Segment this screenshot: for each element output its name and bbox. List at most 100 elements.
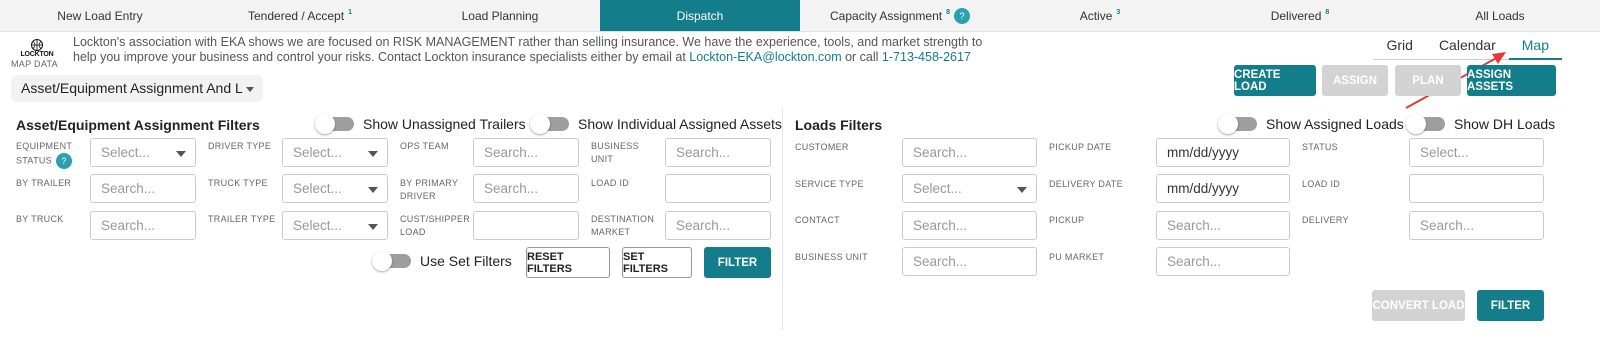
status-label: STATUS	[1302, 142, 1338, 152]
customer-input[interactable]: Search...	[902, 138, 1037, 167]
pickup-date-input[interactable]: mm/dd/yyyy	[1156, 138, 1290, 167]
label-line: UNIT	[591, 154, 614, 164]
contact-label: CONTACT	[795, 215, 840, 225]
tab-dispatch[interactable]: Dispatch	[600, 0, 800, 31]
toggle-use-set-filters[interactable]: Use Set Filters	[372, 251, 512, 271]
convert-load-button[interactable]: CONVERT LOAD	[1372, 290, 1465, 321]
toggle-unassigned-trailers[interactable]: Show Unassigned Trailers	[315, 114, 526, 134]
plan-button[interactable]: PLAN	[1395, 65, 1461, 96]
cust-shipper-load-input[interactable]	[473, 211, 579, 240]
toggle-assigned-loads[interactable]: Show Assigned Loads	[1218, 114, 1404, 134]
tab-active[interactable]: Active 3	[1000, 0, 1200, 31]
view-select[interactable]: Asset/Equipment Assignment And L	[11, 75, 263, 102]
toggle-label: Show Assigned Loads	[1266, 116, 1404, 132]
by-truck-input[interactable]: Search...	[90, 211, 196, 240]
tab-label: Capacity Assignment	[830, 8, 943, 23]
chevron-down-icon	[368, 187, 378, 193]
chevron-down-icon	[368, 151, 378, 157]
asset-filter-button[interactable]: FILTER	[704, 247, 771, 278]
logo-text: LOCKTON	[20, 51, 54, 58]
view-tab-map[interactable]: Map	[1508, 37, 1562, 60]
load-id-input[interactable]	[665, 174, 771, 203]
lockton-logo-icon	[31, 39, 43, 51]
toggle-switch[interactable]	[530, 114, 569, 134]
map-data-label: MAP DATA	[11, 59, 58, 69]
tab-load-planning[interactable]: Load Planning	[400, 0, 600, 31]
delivery-date-input[interactable]: mm/dd/yyyy	[1156, 174, 1290, 203]
toggle-switch[interactable]	[315, 114, 354, 134]
select-placeholder: Select...	[913, 181, 962, 196]
destination-market-input[interactable]: Search...	[665, 211, 771, 240]
tab-label: Delivered	[1270, 8, 1322, 23]
assign-button[interactable]: ASSIGN	[1322, 65, 1388, 96]
help-icon[interactable]: ?	[953, 7, 970, 24]
label-line: LOAD	[400, 227, 426, 237]
tab-new-load-entry[interactable]: New Load Entry	[0, 0, 200, 31]
contact-input[interactable]: Search...	[902, 211, 1037, 240]
business-unit-input[interactable]: Search...	[665, 138, 771, 167]
set-filters-button[interactable]: SET FILTERS	[622, 247, 692, 278]
toggle-switch[interactable]	[372, 251, 411, 271]
loads-business-unit-input[interactable]: Search...	[902, 247, 1037, 276]
loads-business-unit-label: BUSINESS UNIT	[795, 252, 868, 262]
truck-type-select[interactable]: Select...	[282, 174, 388, 203]
label-line: STATUS	[16, 155, 52, 166]
by-primary-driver-input[interactable]: Search...	[473, 174, 579, 203]
tab-count: 1	[348, 9, 352, 16]
toggle-individual-assets[interactable]: Show Individual Assigned Assets	[530, 114, 782, 134]
load-id-label: LOAD ID	[591, 178, 630, 188]
banner-phone-link[interactable]: 1-713-458-2617	[882, 50, 971, 64]
section-divider	[782, 108, 783, 330]
service-type-select[interactable]: Select...	[902, 174, 1037, 203]
status-select[interactable]: Select...	[1409, 138, 1544, 167]
trailer-type-label: TRAILER TYPE	[208, 214, 276, 224]
loads-filter-button[interactable]: FILTER	[1477, 290, 1544, 321]
toggle-label: Use Set Filters	[420, 253, 512, 269]
service-type-label: SERVICE TYPE	[795, 179, 864, 189]
tab-label: Active	[1079, 8, 1113, 23]
tab-delivered[interactable]: Delivered 8	[1200, 0, 1400, 31]
pickup-date-label: PICKUP DATE	[1049, 142, 1112, 152]
cust-shipper-load-label: CUST/SHIPPER LOAD	[400, 213, 470, 239]
banner-email-link[interactable]: Lockton-EKA@lockton.com	[689, 50, 841, 64]
chevron-down-icon	[1017, 187, 1027, 193]
label-line: MARKET	[591, 227, 631, 237]
insurance-banner: Lockton's association with EKA shows we …	[73, 35, 993, 65]
pickup-input[interactable]: Search...	[1156, 211, 1290, 240]
tab-all-loads[interactable]: All Loads	[1400, 0, 1600, 31]
tab-count: 8	[1325, 9, 1330, 16]
trailer-type-select[interactable]: Select...	[282, 211, 388, 240]
toggle-switch[interactable]	[1406, 114, 1445, 134]
tab-label: Dispatch	[676, 8, 724, 23]
help-icon[interactable]: ?	[55, 153, 72, 169]
delivery-date-label: DELIVERY DATE	[1049, 179, 1123, 189]
pickup-label: PICKUP	[1049, 215, 1085, 225]
toggle-label: Show DH Loads	[1454, 116, 1556, 132]
reset-filters-button[interactable]: RESET FILTERS	[526, 247, 610, 278]
business-unit-label: BUSINESS UNIT	[591, 140, 639, 166]
create-load-button[interactable]: CREATE LOAD	[1234, 65, 1316, 96]
label-line: CUST/SHIPPER	[400, 214, 471, 224]
view-select-value: Asset/Equipment Assignment And L	[21, 80, 243, 96]
tab-tendered-accept[interactable]: Tendered / Accept 1	[200, 0, 400, 31]
loads-load-id-label: LOAD ID	[1302, 179, 1341, 189]
delivery-input[interactable]: Search...	[1409, 211, 1544, 240]
ops-team-input[interactable]: Search...	[473, 138, 579, 167]
label-line: EQUIPMENT	[16, 141, 73, 151]
toggle-dh-loads[interactable]: Show DH Loads	[1406, 114, 1556, 134]
label-line: DESTINATION	[591, 214, 655, 224]
loads-load-id-input[interactable]	[1409, 174, 1544, 203]
equipment-status-select[interactable]: Select...	[90, 138, 196, 167]
select-placeholder: Select...	[293, 181, 342, 196]
driver-type-select[interactable]: Select...	[282, 138, 388, 167]
toggle-label: Show Unassigned Trailers	[363, 116, 526, 132]
by-trailer-input[interactable]: Search...	[90, 174, 196, 203]
by-truck-label: BY TRUCK	[16, 214, 64, 224]
top-nav: New Load Entry Tendered / Accept 1 Load P…	[0, 0, 1600, 32]
select-placeholder: Select...	[293, 145, 342, 160]
pu-market-input[interactable]: Search...	[1156, 247, 1290, 276]
truck-type-label: TRUCK TYPE	[208, 178, 268, 188]
tab-capacity-assignment[interactable]: Capacity Assignment 8?	[800, 0, 1000, 31]
assign-assets-button[interactable]: ASSIGN ASSETS	[1467, 65, 1556, 96]
toggle-switch[interactable]	[1218, 114, 1257, 134]
